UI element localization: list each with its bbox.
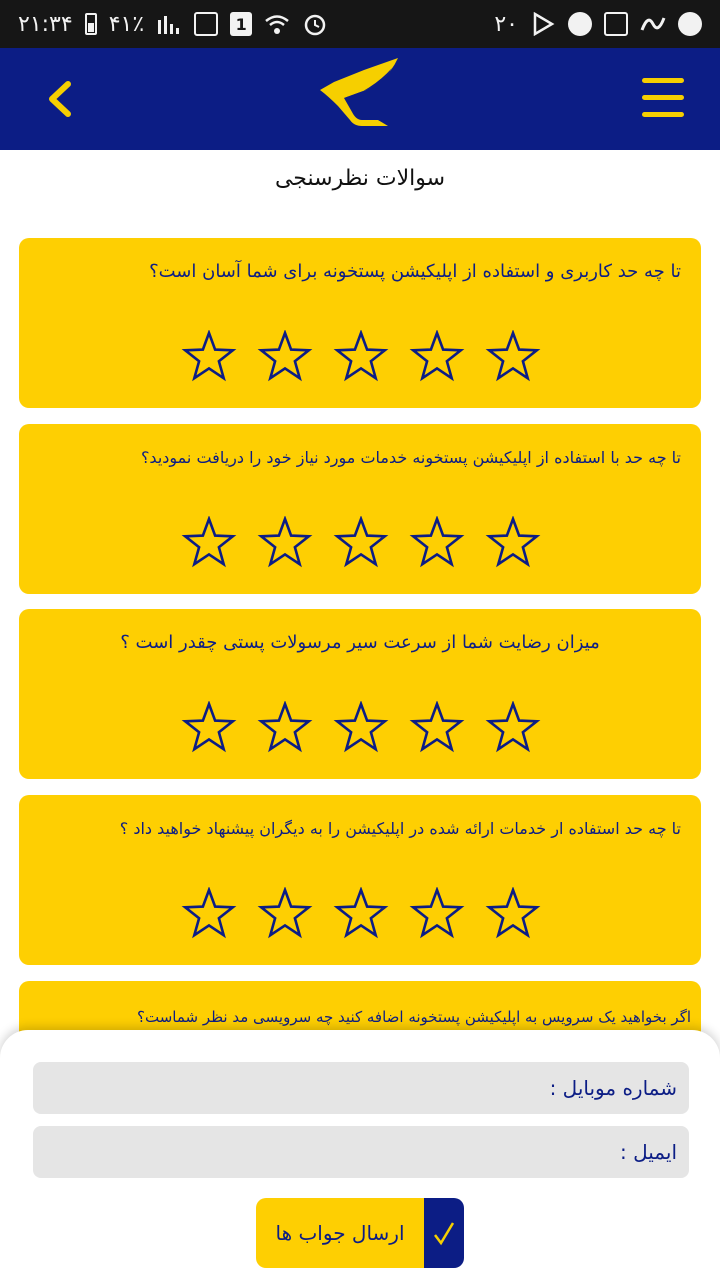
question-card: تا چه حد استفاده ار خدمات ارائه شده در ا…	[19, 795, 701, 965]
star-icon[interactable]	[181, 887, 237, 943]
star-rating	[181, 887, 541, 943]
star-icon[interactable]	[409, 330, 465, 386]
menu-button[interactable]	[642, 78, 684, 118]
battery-icon	[84, 13, 97, 35]
alarm-icon	[302, 12, 328, 36]
app-notification-icon	[640, 12, 666, 36]
star-icon[interactable]	[333, 887, 389, 943]
star-rating	[181, 516, 541, 572]
star-icon[interactable]	[409, 887, 465, 943]
star-icon[interactable]	[181, 701, 237, 757]
star-icon[interactable]	[485, 330, 541, 386]
star-icon[interactable]	[409, 516, 465, 572]
hamburger-icon	[642, 112, 684, 117]
no-signal-icon	[194, 12, 219, 36]
question-card: میزان رضایت شما از سرعت سیر مرسولات پستی…	[19, 609, 701, 779]
star-icon[interactable]	[333, 330, 389, 386]
star-rating	[181, 330, 541, 386]
whatsapp-icon	[568, 12, 592, 36]
post-wing-logo	[320, 58, 398, 126]
star-icon[interactable]	[257, 516, 313, 572]
chevron-left-icon	[49, 81, 71, 117]
contact-form-sheet: ارسال جواب ها	[0, 1030, 720, 1280]
gallery-icon	[604, 12, 628, 36]
star-icon[interactable]	[485, 887, 541, 943]
question-text: تا چه حد کاربری و استفاده از اپلیکیشن پس…	[149, 261, 681, 282]
battery-level: ۴۱٪	[108, 11, 145, 37]
submit-answers-button[interactable]: ارسال جواب ها	[256, 1198, 464, 1268]
sim-slot-icon: 1	[230, 12, 253, 36]
star-icon[interactable]	[409, 701, 465, 757]
question-text: میزان رضایت شما از سرعت سیر مرسولات پستی…	[120, 632, 600, 653]
star-icon[interactable]	[257, 330, 313, 386]
star-icon[interactable]	[257, 887, 313, 943]
question-card: تا چه حد با استفاده از اپلیکیشن پستخونه …	[19, 424, 701, 594]
status-bar-left: ۲۱:۳۴ ۴۱٪ 1	[18, 12, 328, 37]
star-icon[interactable]	[485, 701, 541, 757]
question-text: تا چه حد با استفاده از اپلیکیشن پستخونه …	[140, 448, 681, 467]
question-card: تا چه حد کاربری و استفاده از اپلیکیشن پس…	[19, 238, 701, 408]
hamburger-icon	[642, 78, 684, 83]
notification-count: ۲۰	[494, 11, 518, 37]
check-icon	[424, 1198, 464, 1268]
star-icon[interactable]	[333, 701, 389, 757]
submit-label: ارسال جواب ها	[256, 1198, 424, 1268]
settings-notification-icon	[678, 12, 702, 36]
page-title: سوالات نظرسنجی	[274, 166, 446, 191]
hamburger-icon	[642, 95, 684, 100]
back-button[interactable]	[40, 76, 80, 122]
star-icon[interactable]	[181, 516, 237, 572]
clock: ۲۱:۳۴	[18, 11, 73, 37]
email-field[interactable]	[33, 1126, 689, 1178]
question-text: اگر بخواهید یک سرویس به اپلیکیشن پستخونه…	[137, 1008, 691, 1026]
status-bar-right: ۲۰	[494, 12, 702, 37]
star-icon[interactable]	[485, 516, 541, 572]
wifi-icon	[264, 12, 290, 36]
star-icon[interactable]	[257, 701, 313, 757]
star-rating	[181, 701, 541, 757]
signal-icon	[156, 12, 182, 36]
mobile-field[interactable]	[33, 1062, 689, 1114]
star-icon[interactable]	[333, 516, 389, 572]
app-bar	[0, 48, 720, 150]
play-store-icon	[530, 11, 556, 37]
star-icon[interactable]	[181, 330, 237, 386]
question-text: تا چه حد استفاده ار خدمات ارائه شده در ا…	[119, 819, 681, 838]
status-bar: ۲۱:۳۴ ۴۱٪ 1 ۲۰	[0, 0, 720, 48]
